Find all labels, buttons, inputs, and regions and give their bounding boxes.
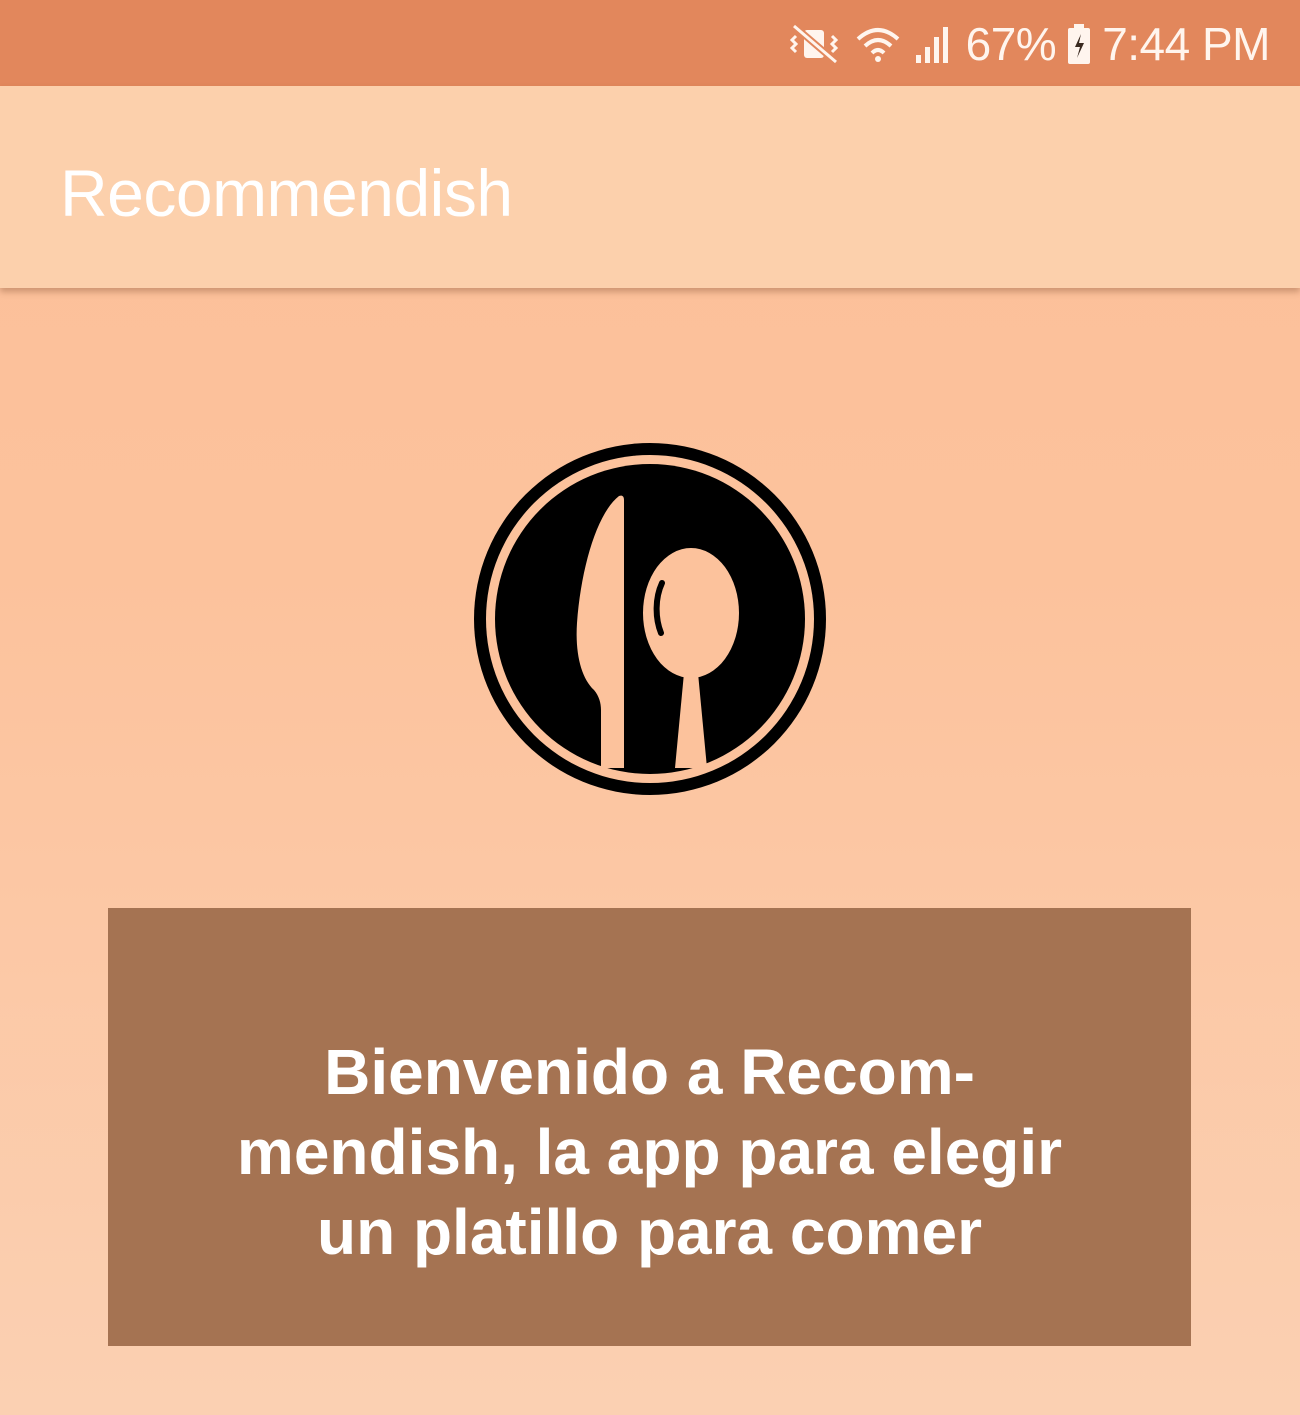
wifi-icon — [854, 23, 902, 65]
vibrate-mute-icon — [789, 22, 844, 66]
status-time: 7:44 PM — [1102, 18, 1270, 70]
battery-percent: 67% — [965, 18, 1057, 70]
status-icons: 67% 7:44 PM — [789, 14, 1270, 74]
battery-icon — [1066, 22, 1092, 66]
welcome-card: Bienvenido a Recom-mendish, la app para … — [108, 908, 1191, 1346]
status-bar: 67% 7:44 PM — [0, 0, 1300, 86]
knife-spoon-plate-icon — [469, 438, 831, 800]
app-title: Recommendish — [60, 156, 513, 230]
welcome-text: Bienvenido a Recom-mendish, la app para … — [236, 1036, 1063, 1268]
signal-icon — [912, 23, 956, 65]
